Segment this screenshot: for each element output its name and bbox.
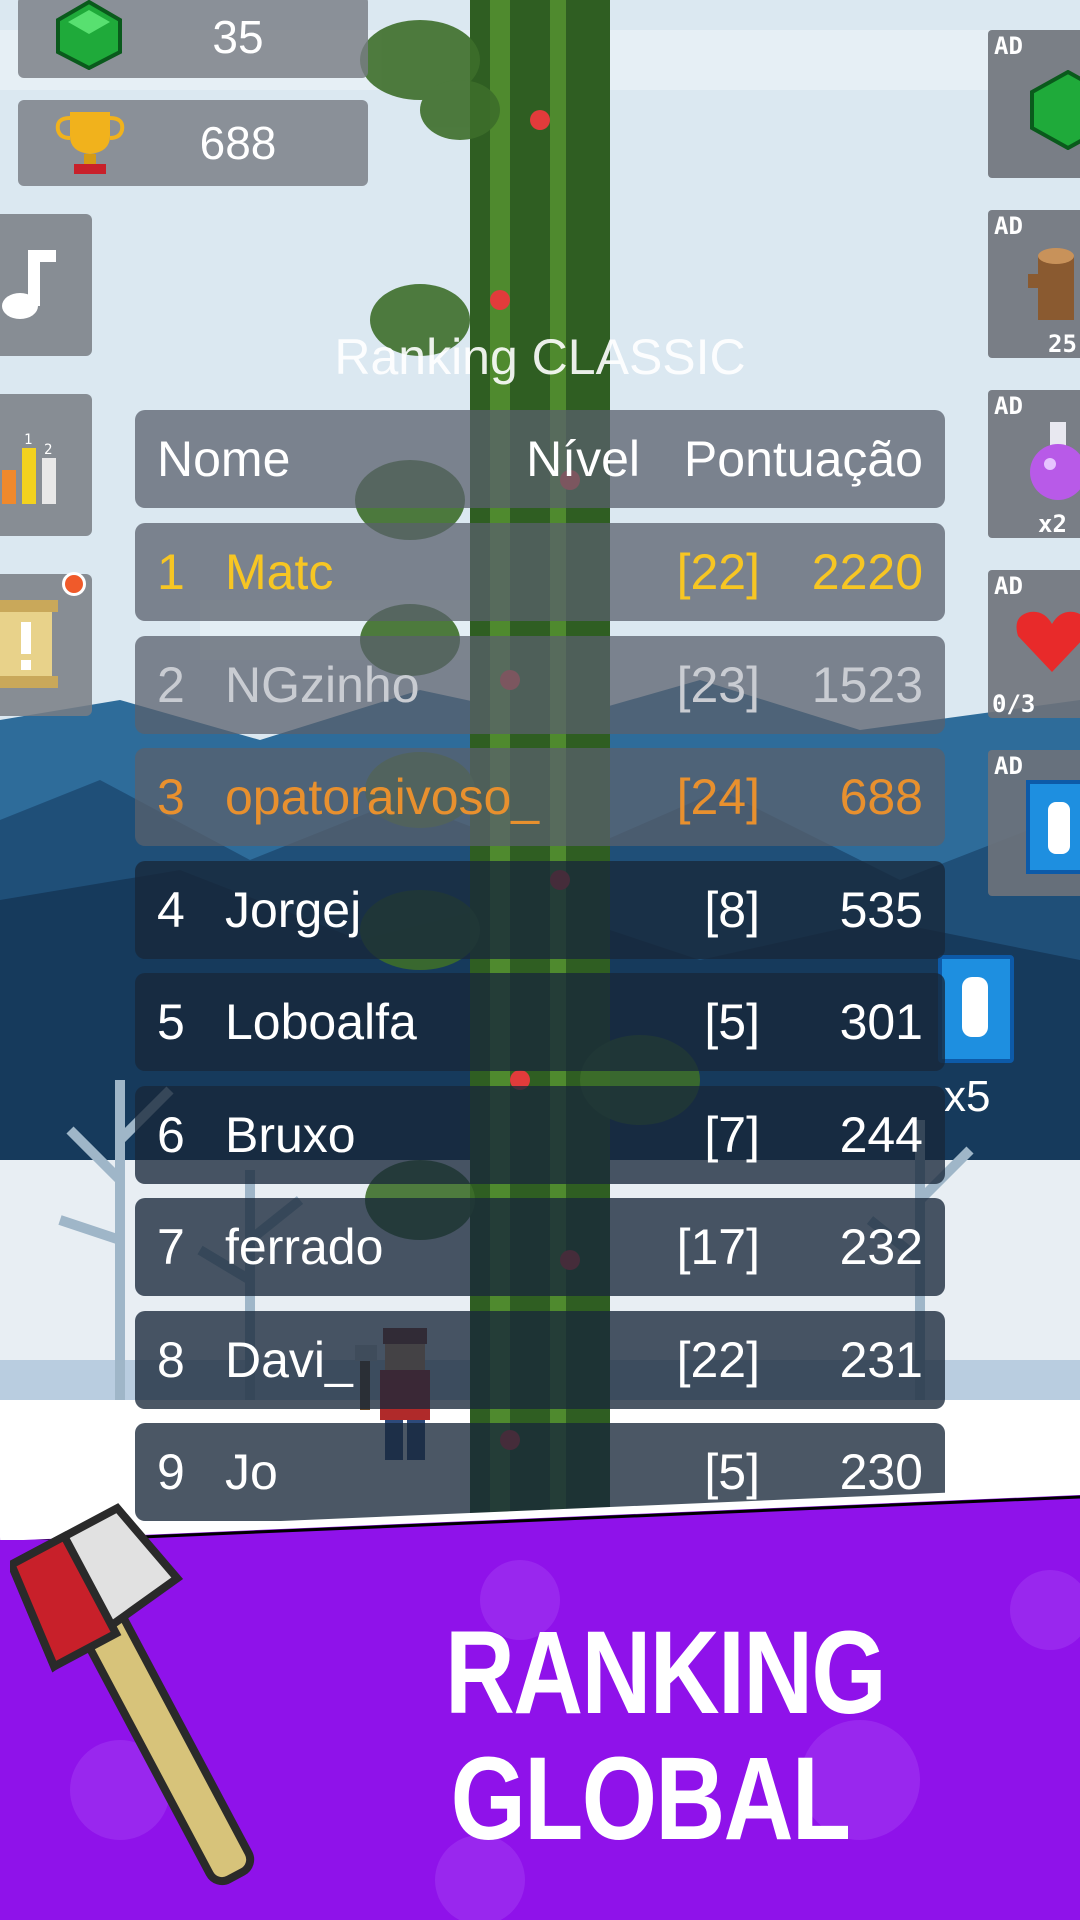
rank-position: 5 — [157, 994, 185, 1050]
ranking-row[interactable]: 5 Loboalfa [5] 301 — [135, 973, 945, 1071]
header-score: Pontuação — [683, 431, 923, 487]
rank-position: 6 — [157, 1106, 185, 1163]
trophy-counter: 688 — [18, 100, 368, 186]
player-score: 231 — [839, 1331, 923, 1388]
heart-icon — [1016, 611, 1080, 672]
notice-button[interactable] — [0, 572, 92, 716]
player-score: 1523 — [811, 656, 923, 713]
ad-label: AD — [994, 572, 1023, 600]
ranking-header: Nome Nível Pontuação — [135, 410, 945, 508]
player-name: Jorgej — [225, 881, 362, 938]
ad-potion-button[interactable]: AD x2 — [988, 390, 1080, 538]
ranking-row[interactable]: 4 Jorgej [8] 535 — [135, 860, 945, 959]
ad-heart-button[interactable]: AD 0/3 — [988, 570, 1080, 718]
header-level: Nível — [526, 431, 640, 487]
ranking-row[interactable]: 2 NGzinho [23] 1523 — [135, 635, 945, 734]
svg-text:2: 2 — [44, 442, 52, 458]
rank-position: 4 — [157, 881, 185, 938]
potion-icon — [1030, 422, 1080, 500]
ad-label: AD — [994, 752, 1023, 780]
player-score: 688 — [839, 769, 923, 825]
ad-label: AD — [994, 32, 1023, 60]
rank-position: 2 — [157, 656, 185, 713]
ranking-row[interactable]: 8 Davi_ [22] 231 — [135, 1310, 945, 1409]
rank-position: 7 — [157, 1219, 185, 1275]
player-name: Loboalfa — [225, 994, 417, 1050]
ad-sub-label: 0/3 — [992, 690, 1036, 718]
player-name: opatoraivoso_ — [225, 769, 540, 825]
player-level: [22] — [676, 1331, 760, 1388]
player-name: NGzinho — [225, 656, 420, 713]
player-level: [17] — [676, 1219, 760, 1275]
axe-icon — [10, 1503, 255, 1886]
game-scene: 35 688 1 2 AD AD 25 AD x2 AD 0/3 AD x5 R… — [0, 0, 1080, 1560]
gems-value: 35 — [212, 11, 264, 63]
banner-line-2: GLOBAL — [450, 1733, 851, 1865]
trophies-value: 688 — [199, 117, 277, 169]
player-score: 2220 — [811, 544, 923, 600]
gem-icon — [56, 0, 122, 70]
player-score: 535 — [839, 881, 923, 938]
ticket-multiplier: x5 — [944, 1072, 991, 1121]
header-name: Nome — [157, 431, 291, 487]
player-level: [8] — [704, 881, 760, 938]
wood-log-icon — [1028, 248, 1074, 320]
ranking-row[interactable]: 7 ferrado [17] 232 — [135, 1198, 945, 1296]
player-level: [5] — [704, 994, 760, 1050]
player-score: 244 — [839, 1106, 923, 1163]
trophy-icon — [55, 112, 125, 174]
player-name: Bruxo — [225, 1106, 356, 1163]
banner-title: RANKING GLOBAL — [445, 1607, 887, 1865]
player-level: [24] — [676, 769, 760, 825]
scroll-notice-icon — [0, 600, 58, 688]
ad-label: AD — [994, 212, 1023, 240]
ranking-row[interactable]: 3 opatoraivoso_ [24] 688 — [135, 748, 945, 846]
player-score: 301 — [839, 994, 923, 1050]
gem-icon — [1030, 70, 1080, 150]
notification-dot — [62, 572, 86, 596]
rank-position: 1 — [157, 544, 185, 600]
music-note-icon — [2, 250, 56, 319]
player-name: ferrado — [225, 1219, 384, 1275]
ranking-button[interactable]: 1 2 — [0, 394, 92, 536]
player-level: [7] — [704, 1106, 760, 1163]
ranking-row[interactable]: 1 Matc [22] 2220 — [135, 523, 945, 621]
ranking-row[interactable]: 6 Bruxo [7] 244 — [135, 1085, 945, 1184]
rank-position: 3 — [157, 769, 185, 825]
player-name: Matc — [225, 544, 334, 600]
ad-gem-button[interactable]: AD — [988, 30, 1080, 178]
ticket-icon — [1026, 780, 1080, 874]
ad-ticket-button[interactable]: AD — [988, 750, 1080, 896]
player-score: 232 — [839, 1219, 923, 1275]
player-name: Davi_ — [225, 1331, 353, 1388]
ranking-title: Ranking CLASSIC — [334, 329, 746, 385]
gems-counter: 35 — [18, 0, 368, 78]
banner-line-1: RANKING — [445, 1607, 887, 1739]
svg-text:1: 1 — [24, 432, 32, 448]
podium-icon: 1 2 — [2, 432, 56, 504]
player-level: [22] — [676, 544, 760, 600]
ticket-icon — [938, 955, 1014, 1063]
ad-sub-label: x2 — [1038, 510, 1067, 538]
ad-label: AD — [994, 392, 1023, 420]
player-level: [23] — [676, 656, 760, 713]
rank-position: 8 — [157, 1331, 185, 1388]
